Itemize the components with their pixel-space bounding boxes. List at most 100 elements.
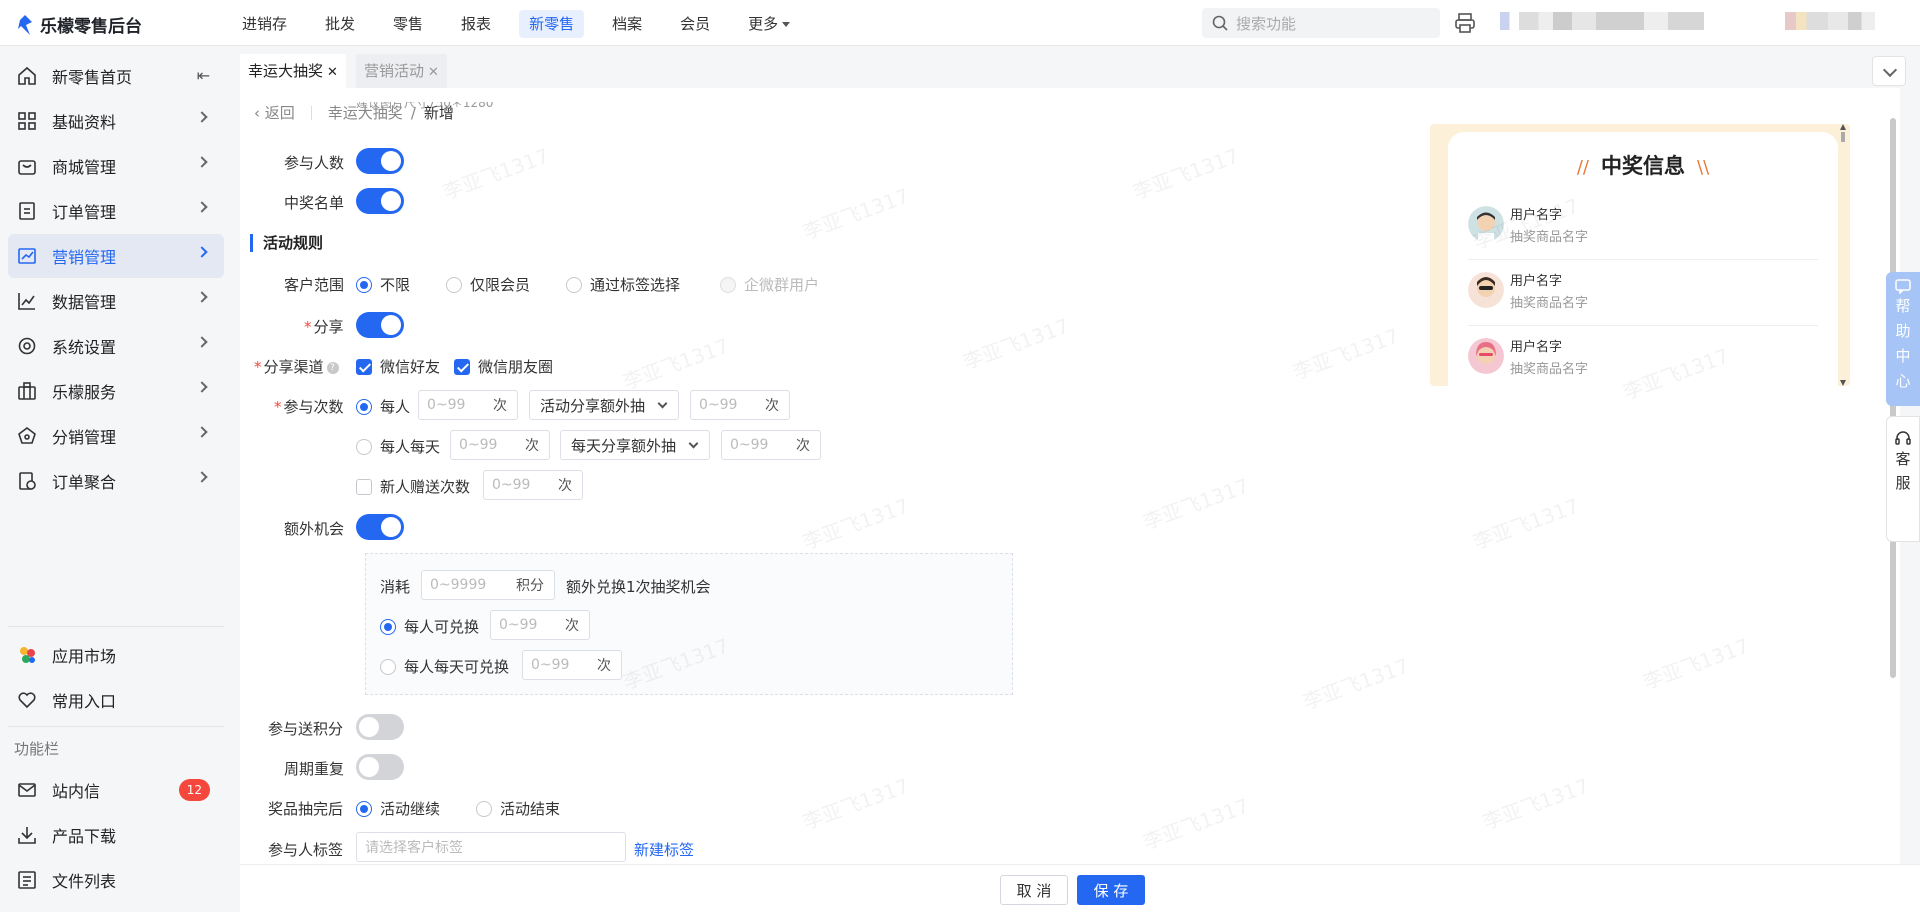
sidebar-item-order-aggregation[interactable]: 订单聚合 bbox=[8, 459, 224, 503]
per-person-exchange-input[interactable]: 0~99 次 bbox=[490, 610, 590, 640]
nav-item-retail[interactable]: 零售 bbox=[383, 10, 433, 38]
share-icon bbox=[16, 425, 38, 447]
nav-item-reports[interactable]: 报表 bbox=[451, 10, 501, 38]
back-label: 返回 bbox=[264, 104, 295, 122]
preview-scrollbar[interactable] bbox=[1840, 124, 1846, 386]
sidebar-item-messages[interactable]: 站内信 12 bbox=[8, 768, 224, 812]
cycle-toggle[interactable] bbox=[356, 754, 404, 780]
sidebar-item-mall[interactable]: 商城管理 bbox=[8, 144, 224, 188]
scope-tags-radio[interactable]: 通过标签选择 bbox=[566, 274, 680, 295]
scope-unlimited-radio[interactable]: 不限 bbox=[356, 274, 410, 295]
consume-label: 消耗 bbox=[380, 578, 411, 596]
close-icon[interactable]: ✕ bbox=[428, 65, 439, 80]
wechat-moments-checkbox[interactable]: 微信朋友圈 bbox=[454, 356, 553, 377]
nav-item-more[interactable]: 更多 bbox=[738, 10, 800, 38]
list-icon bbox=[16, 869, 38, 891]
help-icon[interactable]: ? bbox=[326, 361, 339, 374]
search-input[interactable]: 搜索功能 bbox=[1202, 8, 1440, 38]
new-user-bonus-input[interactable]: 0~99 次 bbox=[483, 470, 583, 500]
share-toggle[interactable] bbox=[356, 312, 404, 338]
user-avatar-icon bbox=[1468, 206, 1504, 242]
points-input[interactable]: 0~9999 积分 bbox=[421, 570, 555, 600]
function-bar-label: 功能栏 bbox=[14, 740, 60, 758]
share-extra-select[interactable]: 活动分享额外抽 bbox=[529, 390, 679, 420]
customer-tag-input[interactable]: 请选择客户标签 bbox=[356, 832, 626, 862]
nav-item-member[interactable]: 会员 bbox=[670, 10, 720, 38]
winner-preview-title: //中奖信息 \\ bbox=[1576, 154, 1710, 178]
sidebar-item-label: 数据管理 bbox=[52, 293, 117, 312]
per-person-radio[interactable]: 每人 bbox=[356, 396, 410, 417]
watermark: 李亚飞1317 bbox=[1299, 653, 1413, 715]
daily-share-extra-select[interactable]: 每天分享额外抽 bbox=[560, 430, 710, 460]
per-person-exchange-radio[interactable]: 每人可兑换 bbox=[380, 616, 479, 637]
tab-marketing-activity[interactable]: 营销活动 ✕ bbox=[356, 54, 447, 88]
collapse-sidebar-icon[interactable]: ⇤ bbox=[197, 66, 210, 85]
per-person-daily-radio[interactable]: 每人每天 bbox=[356, 436, 440, 457]
per-person-times-input[interactable]: 0~99 次 bbox=[418, 390, 518, 420]
customer-scope-label: 客户范围 bbox=[284, 276, 345, 294]
participants-toggle[interactable] bbox=[356, 148, 404, 174]
close-icon[interactable]: ✕ bbox=[327, 65, 338, 80]
sidebar-item-settings[interactable]: 系统设置 bbox=[8, 324, 224, 368]
sidebar-item-home[interactable]: 新零售首页 ⇤ bbox=[8, 54, 224, 98]
logo-icon bbox=[18, 14, 32, 35]
watermark: 李亚飞1317 bbox=[799, 773, 913, 835]
nav-item-wholesale[interactable]: 批发 bbox=[315, 10, 365, 38]
activity-end-radio[interactable]: 活动结束 bbox=[476, 798, 560, 819]
customer-service-button[interactable]: 客 服 bbox=[1886, 416, 1920, 542]
daily-share-extra-times-input[interactable]: 0~99 次 bbox=[721, 430, 821, 460]
watermark: 李亚飞1317 bbox=[1139, 793, 1253, 855]
sidebar-item-favorites[interactable]: 常用入口 bbox=[8, 678, 224, 722]
per-person-daily-exchange-input[interactable]: 0~99 次 bbox=[522, 650, 622, 680]
chevron-right-icon bbox=[196, 381, 208, 393]
winner-row: 用户名字 抽奖商品名字 bbox=[1468, 326, 1818, 386]
back-link[interactable]: ‹ 返回 bbox=[254, 102, 295, 123]
chart-icon bbox=[16, 245, 38, 267]
app-logo[interactable]: 乐檬零售后台 bbox=[16, 12, 142, 37]
sidebar-item-label: 分销管理 bbox=[52, 428, 117, 447]
avatar[interactable] bbox=[1785, 12, 1875, 30]
wechat-friends-checkbox[interactable]: 微信好友 bbox=[356, 356, 440, 377]
new-user-bonus-checkbox[interactable]: 新人赠送次数 bbox=[356, 476, 470, 497]
chevron-right-icon bbox=[196, 471, 208, 483]
top-nav: 进销存 批发 零售 报表 新零售 档案 会员 更多 bbox=[232, 10, 818, 38]
share-extra-times-input[interactable]: 0~99 次 bbox=[690, 390, 790, 420]
new-tag-link[interactable]: 新建标签 bbox=[634, 839, 694, 860]
nav-item-archive[interactable]: 档案 bbox=[602, 10, 652, 38]
watermark: 李亚飞1317 bbox=[799, 183, 913, 245]
sidebar-divider bbox=[8, 726, 224, 727]
shop-icon bbox=[16, 155, 38, 177]
cancel-button[interactable]: 取 消 bbox=[1000, 875, 1068, 905]
save-button[interactable]: 保 存 bbox=[1077, 875, 1145, 905]
tabs-dropdown-button[interactable] bbox=[1872, 56, 1906, 86]
activity-continue-radio[interactable]: 活动继续 bbox=[356, 798, 440, 819]
sidebar-item-app-market[interactable]: 应用市场 bbox=[8, 633, 224, 677]
sidebar-item-files[interactable]: 文件列表 bbox=[8, 858, 224, 902]
extra-chance-toggle[interactable] bbox=[356, 514, 404, 540]
scope-members-radio[interactable]: 仅限会员 bbox=[446, 274, 530, 295]
winner-row: 用户名字 抽奖商品名字 bbox=[1468, 260, 1818, 326]
nav-more-label: 更多 bbox=[748, 15, 779, 33]
printer-icon[interactable] bbox=[1454, 12, 1476, 34]
tab-lucky-draw[interactable]: 幸运大抽奖 ✕ bbox=[240, 54, 346, 88]
sidebar-item-marketing[interactable]: 营销管理 bbox=[8, 234, 224, 278]
sidebar-item-service[interactable]: 乐檬服务 bbox=[8, 369, 224, 413]
footer-bar: 取 消 保 存 bbox=[240, 864, 1920, 912]
caret-down-icon bbox=[782, 22, 791, 27]
per-person-daily-exchange-radio[interactable]: 每人每天可兑换 bbox=[380, 656, 509, 677]
sidebar-item-data[interactable]: 数据管理 bbox=[8, 279, 224, 323]
nav-item-inventory[interactable]: 进销存 bbox=[232, 10, 297, 38]
winners-toggle[interactable] bbox=[356, 188, 404, 214]
nav-item-new-retail[interactable]: 新零售 bbox=[519, 10, 585, 38]
chevron-down-icon bbox=[688, 438, 699, 449]
per-person-daily-times-input[interactable]: 0~99 次 bbox=[450, 430, 550, 460]
sidebar-item-label: 站内信 bbox=[52, 782, 101, 801]
download-icon bbox=[16, 824, 38, 846]
chevron-left-icon: ‹ bbox=[254, 104, 265, 122]
sidebar-item-orders[interactable]: 订单管理 bbox=[8, 189, 224, 233]
sidebar-item-download[interactable]: 产品下载 bbox=[8, 813, 224, 857]
sidebar-item-basic-data[interactable]: 基础资料 bbox=[8, 99, 224, 143]
help-center-button[interactable]: 帮 助 中 心 bbox=[1886, 272, 1920, 406]
sidebar-item-distribution[interactable]: 分销管理 bbox=[8, 414, 224, 458]
points-gift-toggle[interactable] bbox=[356, 714, 404, 740]
